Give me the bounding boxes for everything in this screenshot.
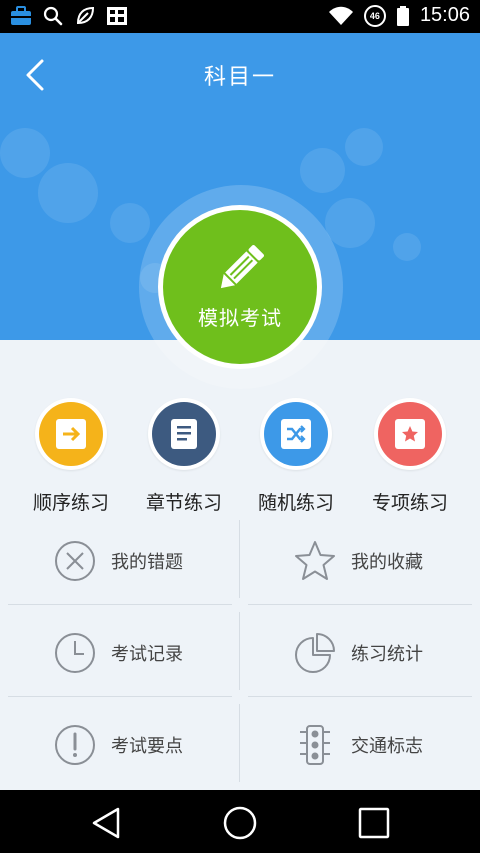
status-right-icons: 46 15:06	[328, 4, 470, 27]
pie-chart-icon	[295, 633, 335, 673]
shuffle-icon	[281, 419, 311, 449]
wrong-questions-item[interactable]: 我的错题	[6, 520, 238, 600]
mock-exam-button[interactable]: 模拟考试	[163, 210, 317, 364]
grid-item-label: 交通标志	[351, 736, 423, 757]
grid-item-label: 我的错题	[111, 552, 183, 573]
status-left-icons	[10, 5, 128, 27]
grid-icon	[107, 7, 127, 25]
navigation-bar	[0, 790, 480, 853]
chapter-practice-button[interactable]: 章节练习	[124, 395, 244, 515]
bubble-decoration	[345, 128, 383, 166]
grid-divider	[248, 604, 472, 605]
feature-grid: 我的错题 我的收藏 考试记录 练习统计 考试要点 交通标志	[0, 520, 480, 790]
exclamation-circle-icon	[55, 725, 95, 765]
grid-divider	[239, 520, 240, 598]
grid-divider	[248, 696, 472, 697]
practice-modes: 顺序练习 章节练习 随机练习 专项练习	[0, 395, 480, 515]
star-outline-icon	[295, 541, 335, 580]
network-badge-icon: 46	[363, 4, 386, 27]
pencil-icon	[220, 245, 264, 289]
practice-circle	[264, 402, 328, 466]
bubble-decoration	[110, 203, 150, 243]
my-favorites-item[interactable]: 我的收藏	[246, 520, 478, 600]
traffic-light-icon	[300, 725, 330, 765]
bubble-decoration	[393, 233, 421, 261]
status-bar: 46 15:06	[0, 0, 480, 33]
grid-item-label: 考试要点	[111, 736, 183, 757]
page-title: 科目一	[203, 65, 276, 90]
wifi-icon	[328, 6, 353, 25]
practice-label: 顺序练习	[32, 492, 109, 514]
grid-divider	[8, 604, 232, 605]
grid-divider	[239, 612, 240, 690]
arrow-right-icon	[56, 419, 86, 449]
practice-label: 专项练习	[371, 492, 448, 514]
mock-exam-label: 模拟考试	[198, 306, 282, 330]
practice-label: 章节练习	[145, 492, 222, 514]
exam-records-item[interactable]: 考试记录	[6, 612, 238, 692]
grid-divider	[8, 696, 232, 697]
recents-square-icon[interactable]	[354, 803, 394, 843]
bubble-decoration	[0, 128, 50, 178]
grid-item-label: 我的收藏	[351, 552, 423, 573]
practice-circle	[152, 402, 216, 466]
bubble-decoration	[325, 198, 375, 248]
grid-item-label: 练习统计	[351, 644, 423, 665]
leaf-icon	[76, 6, 95, 25]
battery-icon	[396, 5, 409, 26]
grid-divider	[239, 704, 240, 782]
home-circle-icon[interactable]	[220, 803, 260, 843]
practice-circle	[39, 402, 103, 466]
random-practice-button[interactable]: 随机练习	[236, 395, 356, 515]
exam-key-points-item[interactable]: 考试要点	[6, 704, 238, 784]
traffic-signs-item[interactable]: 交通标志	[246, 704, 478, 784]
clock-icon	[55, 633, 95, 673]
sequential-practice-button[interactable]: 顺序练习	[11, 395, 131, 515]
x-circle-icon	[55, 541, 95, 581]
document-icon	[171, 419, 197, 449]
back-triangle-icon[interactable]	[86, 803, 126, 843]
briefcase-icon	[11, 6, 31, 25]
grid-item-label: 考试记录	[111, 644, 183, 665]
star-icon	[395, 419, 425, 449]
special-practice-button[interactable]: 专项练习	[350, 395, 470, 515]
status-time: 15:06	[419, 4, 470, 26]
practice-circle	[378, 402, 442, 466]
practice-stats-item[interactable]: 练习统计	[246, 612, 478, 692]
bubble-decoration	[38, 163, 98, 223]
practice-label: 随机练习	[257, 492, 334, 514]
search-icon	[43, 6, 63, 26]
bubble-decoration	[300, 148, 345, 193]
